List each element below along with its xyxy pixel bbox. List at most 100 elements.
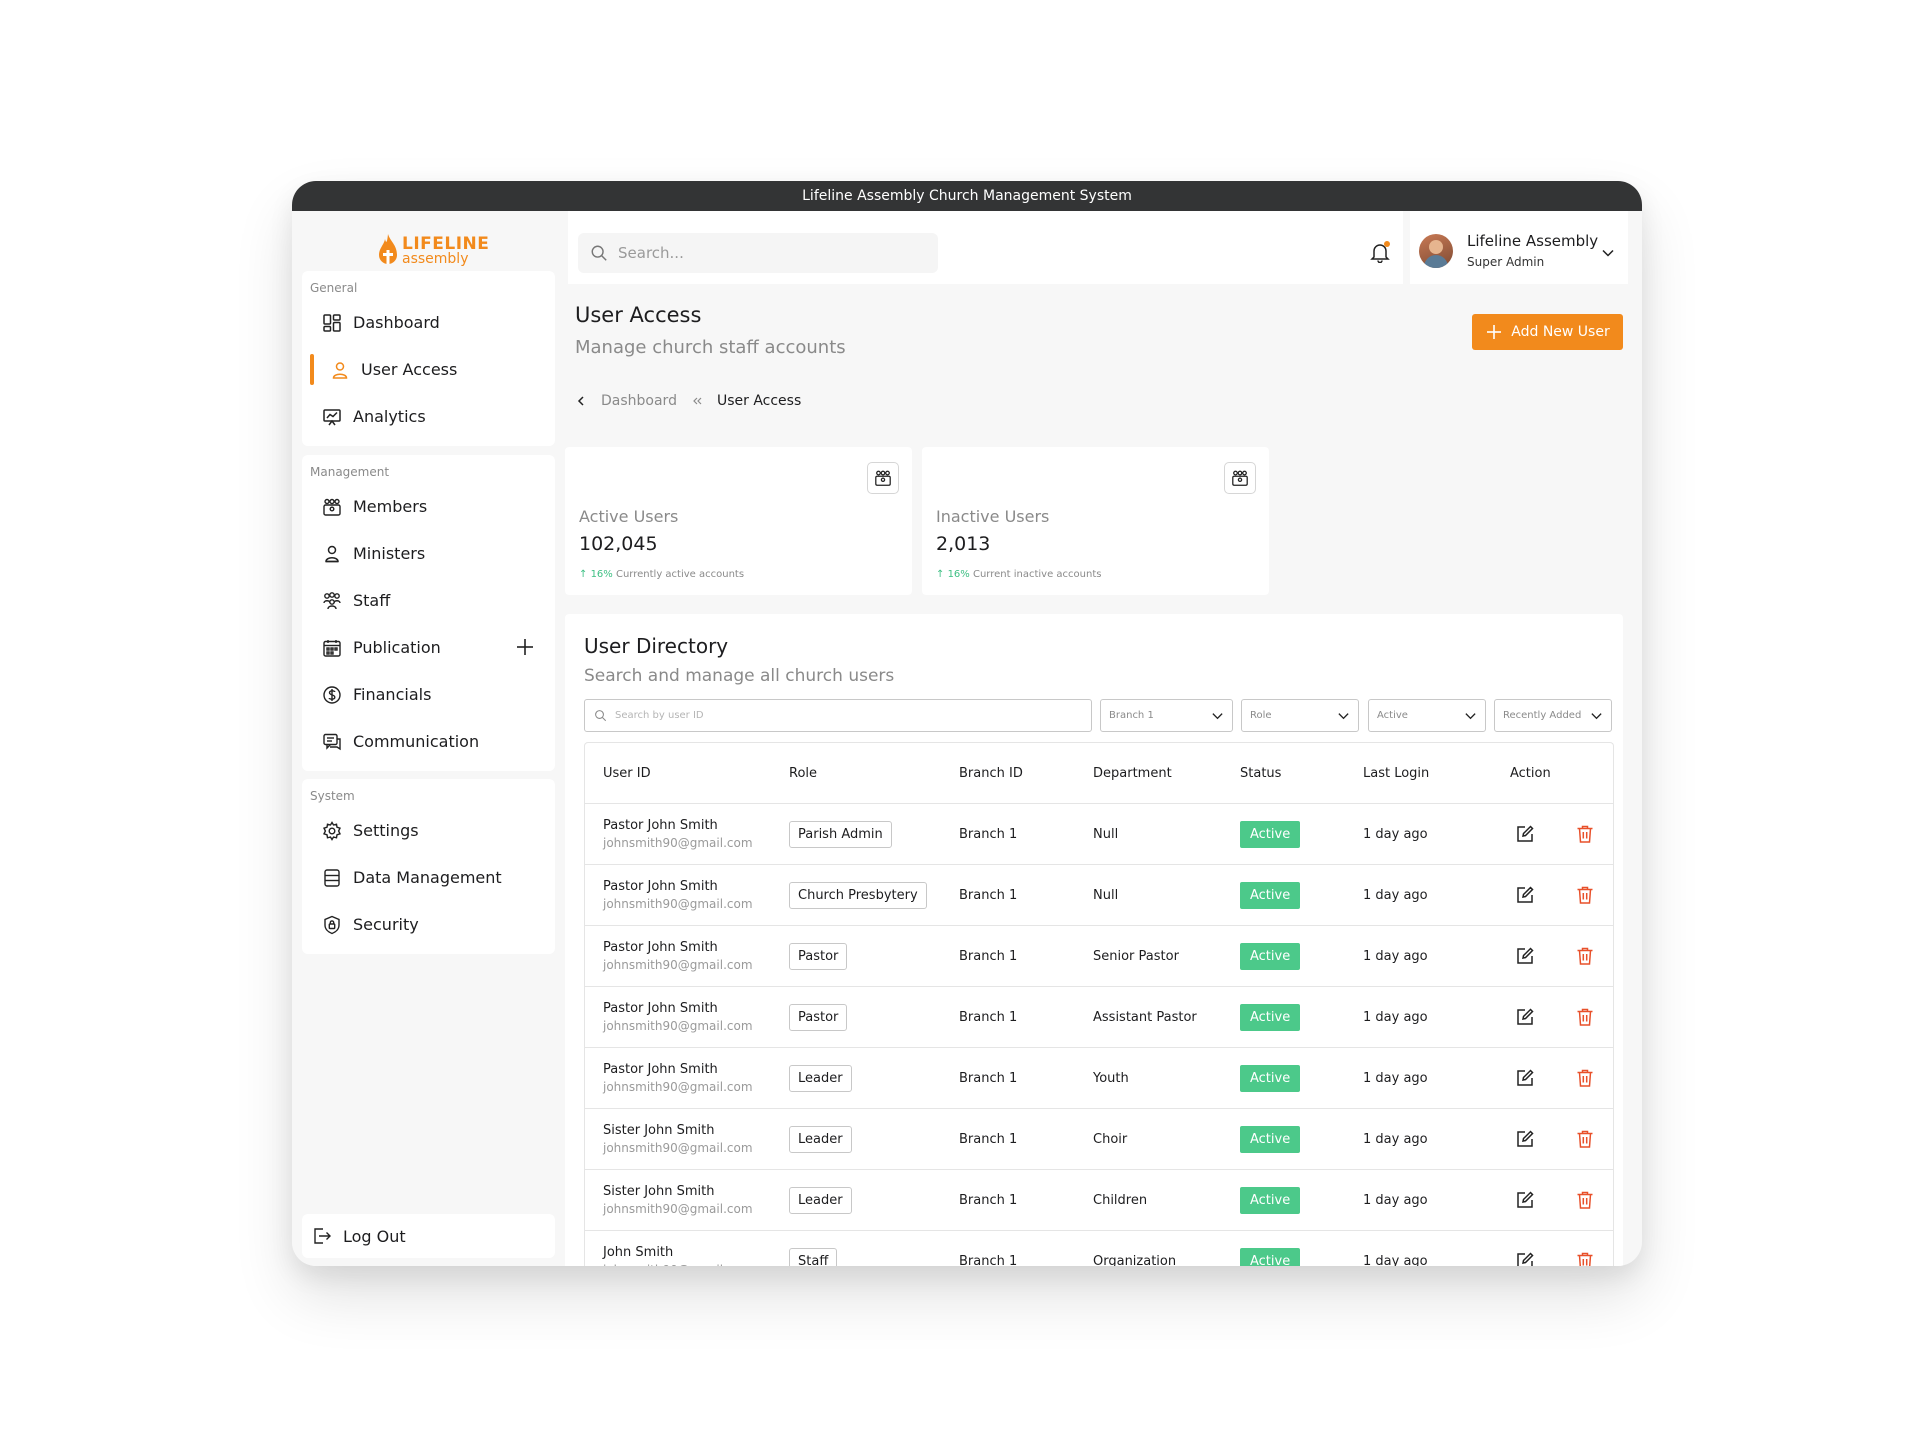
logout-button[interactable]: Log Out <box>302 1214 555 1258</box>
trash-icon[interactable] <box>1575 1190 1595 1210</box>
column-header[interactable]: Last Login <box>1363 766 1429 781</box>
edit-icon[interactable] <box>1515 1251 1535 1266</box>
user-directory: User Directory Search and manage all chu… <box>565 614 1623 1266</box>
minister-icon <box>322 544 342 564</box>
table-row[interactable]: Pastor John Smith johnsmith90@gmail.com … <box>585 926 1613 987</box>
logout-icon <box>312 1226 332 1246</box>
table-row[interactable]: John Smith johnsmith90@gmail.com Staff B… <box>585 1231 1613 1266</box>
sidebar-item-ministers[interactable]: Ministers <box>302 530 555 577</box>
role-badge: Leader <box>789 1064 852 1092</box>
branch-cell: Branch 1 <box>959 1070 1018 1086</box>
trash-icon[interactable] <box>1575 1129 1595 1149</box>
table-row[interactable]: Pastor John Smith johnsmith90@gmail.com … <box>585 987 1613 1048</box>
trash-icon[interactable] <box>1575 885 1595 905</box>
page-subtitle: Manage church staff accounts <box>575 337 846 358</box>
department-cell: Organization <box>1093 1253 1177 1267</box>
user-menu[interactable]: Lifeline Assembly Super Admin <box>1410 211 1628 284</box>
table-row[interactable]: Pastor John Smith johnsmith90@gmail.com … <box>585 804 1613 865</box>
edit-icon[interactable] <box>1515 885 1535 905</box>
user-id-search[interactable] <box>584 699 1092 732</box>
trash-icon[interactable] <box>1575 1251 1595 1266</box>
logo[interactable]: LIFELINE assembly <box>377 233 489 269</box>
column-header[interactable]: Department <box>1093 766 1172 781</box>
sidebar-item-label: Publication <box>353 638 441 657</box>
status-filter-value: Active <box>1377 710 1408 721</box>
user-name: Lifeline Assembly <box>1467 232 1599 250</box>
search-input[interactable] <box>618 244 918 262</box>
last-login-cell: 1 day ago <box>1363 1131 1428 1147</box>
stat-value: 102,045 <box>579 533 658 555</box>
user-name-cell: Pastor John Smith <box>603 879 718 894</box>
status-filter-select[interactable]: Active <box>1368 699 1486 732</box>
user-cell: Pastor John Smith johnsmith90@gmail.com <box>603 818 753 850</box>
sidebar-item-settings[interactable]: Settings <box>302 807 555 854</box>
chat-icon <box>322 732 342 752</box>
notification-bell-icon[interactable] <box>1369 241 1391 264</box>
trash-icon[interactable] <box>1575 1068 1595 1088</box>
directory-subtitle: Search and manage all church users <box>584 666 895 686</box>
users-group-icon[interactable] <box>867 462 899 494</box>
sort-value: Recently Added <box>1503 710 1582 721</box>
directory-title: User Directory <box>584 634 729 658</box>
trash-icon[interactable] <box>1575 1007 1595 1027</box>
sidebar-item-financials[interactable]: Financials <box>302 671 555 718</box>
breadcrumb-current: User Access <box>716 393 802 409</box>
column-header[interactable]: User ID <box>603 766 651 781</box>
stat-note-text: Current inactive accounts <box>972 569 1102 580</box>
user-role: Super Admin <box>1467 255 1545 269</box>
sidebar-item-communication[interactable]: Communication <box>302 718 555 765</box>
gear-icon <box>322 820 342 841</box>
users-group-icon[interactable] <box>1224 462 1256 494</box>
branch-cell: Branch 1 <box>959 948 1018 964</box>
sidebar-item-analytics[interactable]: Analytics <box>302 393 555 440</box>
global-search[interactable] <box>578 233 938 273</box>
table-row[interactable]: Sister John Smith johnsmith90@gmail.com … <box>585 1109 1613 1170</box>
table-row[interactable]: Pastor John Smith johnsmith90@gmail.com … <box>585 865 1613 926</box>
trash-icon[interactable] <box>1575 946 1595 966</box>
avatar <box>1419 234 1453 268</box>
flame-logo-icon <box>379 234 397 264</box>
edit-icon[interactable] <box>1515 1129 1535 1149</box>
user-name-cell: John Smith <box>603 1245 674 1260</box>
table-row[interactable]: Pastor John Smith johnsmith90@gmail.com … <box>585 1048 1613 1109</box>
stat-note: ↑ 16% Current inactive accounts <box>936 569 1101 580</box>
sort-select[interactable]: Recently Added <box>1494 699 1612 732</box>
sidebar-item-data-management[interactable]: Data Management <box>302 854 555 901</box>
publication-add-icon[interactable] <box>515 637 535 657</box>
back-chevron-icon[interactable] <box>575 395 587 407</box>
edit-icon[interactable] <box>1515 1007 1535 1027</box>
edit-icon[interactable] <box>1515 1190 1535 1210</box>
sidebar-item-staff[interactable]: Staff <box>302 577 555 624</box>
sidebar-item-dashboard[interactable]: Dashboard <box>302 299 555 346</box>
chevron-down-icon[interactable] <box>1600 245 1616 261</box>
status-badge: Active <box>1240 1247 1301 1266</box>
sidebar-item-publication[interactable]: Publication <box>302 624 555 671</box>
role-filter-select[interactable]: Role <box>1241 699 1359 732</box>
column-header[interactable]: Branch ID <box>959 766 1023 781</box>
role-badge: Leader <box>789 1125 852 1153</box>
sidebar-item-security[interactable]: Security <box>302 901 555 948</box>
status-badge: Active <box>1240 1186 1301 1214</box>
role-filter-value: Role <box>1250 710 1272 721</box>
column-header[interactable]: Status <box>1240 766 1281 781</box>
sidebar-item-members[interactable]: Members <box>302 483 555 530</box>
branch-filter-select[interactable]: Branch 1 <box>1100 699 1233 732</box>
user-id-search-input[interactable] <box>615 710 1075 721</box>
chevron-down-icon <box>1338 713 1349 720</box>
trend-up-icon: ↑ <box>936 569 948 580</box>
edit-icon[interactable] <box>1515 1068 1535 1088</box>
breadcrumb-dashboard[interactable]: Dashboard <box>601 393 677 409</box>
edit-icon[interactable] <box>1515 946 1535 966</box>
last-login-cell: 1 day ago <box>1363 1253 1428 1267</box>
trend-up-icon: ↑ <box>579 569 591 580</box>
column-header[interactable]: Role <box>789 766 817 781</box>
edit-icon[interactable] <box>1515 824 1535 844</box>
table-row[interactable]: Sister John Smith johnsmith90@gmail.com … <box>585 1170 1613 1231</box>
user-icon <box>330 360 350 380</box>
sidebar-item-user-access[interactable]: User Access <box>302 346 555 393</box>
calendar-icon <box>322 638 342 658</box>
trash-icon[interactable] <box>1575 824 1595 844</box>
add-new-user-button[interactable]: Add New User <box>1472 314 1623 350</box>
user-name-cell: Pastor John Smith <box>603 818 718 833</box>
role-badge: Leader <box>789 1186 852 1214</box>
